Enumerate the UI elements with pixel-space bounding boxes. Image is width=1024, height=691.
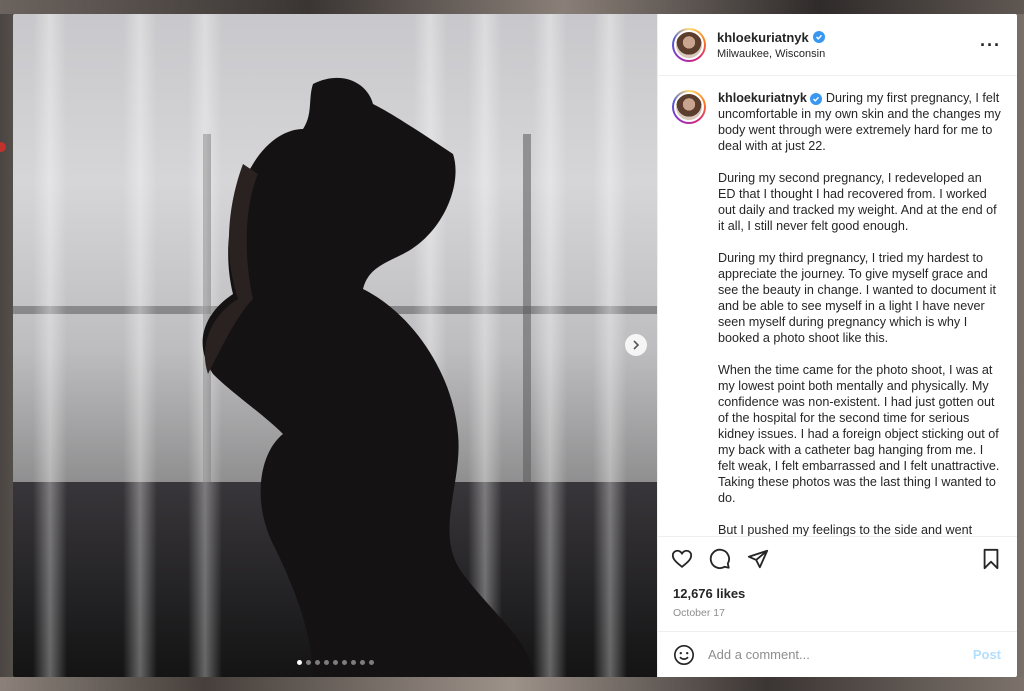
post-header: khloekuriatnyk Milwaukee, Wisconsin ··· <box>658 14 1017 76</box>
carousel-dot <box>314 660 320 665</box>
carousel-dot <box>296 660 302 665</box>
author-username-row: khloekuriatnyk <box>717 30 980 45</box>
caption-paragraph: khloekuriatnyk During my first pregnancy… <box>718 90 1001 154</box>
save-button[interactable] <box>979 547 1003 571</box>
post-media <box>13 14 657 677</box>
carousel-indicator <box>13 660 657 665</box>
caption-paragraph: When the time came for the photo shoot, … <box>718 363 1000 505</box>
emoji-icon <box>674 644 694 665</box>
post-comment-button[interactable]: Post <box>973 647 1001 662</box>
bookmark-icon <box>983 548 999 569</box>
chevron-right-icon <box>633 340 640 350</box>
post-actions <box>658 536 1017 580</box>
post-date[interactable]: October 17 <box>658 601 1017 631</box>
post-location[interactable]: Milwaukee, Wisconsin <box>717 48 980 60</box>
avatar-image <box>674 92 704 122</box>
comment-input[interactable] <box>708 647 973 662</box>
post-caption: khloekuriatnyk During my first pregnancy… <box>718 90 1001 536</box>
feed-backdrop-top <box>0 0 1024 14</box>
like-button[interactable] <box>670 547 694 571</box>
author-info: khloekuriatnyk Milwaukee, Wisconsin <box>717 30 980 60</box>
comment-bar: Post <box>658 631 1017 677</box>
caption-username[interactable]: khloekuriatnyk <box>718 91 807 105</box>
post-side-panel: khloekuriatnyk Milwaukee, Wisconsin ··· … <box>657 14 1017 677</box>
carousel-next-button[interactable] <box>625 334 647 356</box>
feed-backdrop-bottom <box>0 677 1024 691</box>
comment-icon <box>709 548 730 569</box>
carousel-dot <box>350 660 356 665</box>
carousel-dot <box>332 660 338 665</box>
author-avatar[interactable] <box>672 27 706 62</box>
caption-area: khloekuriatnyk During my first pregnancy… <box>658 76 1017 536</box>
emoji-button[interactable] <box>672 643 696 667</box>
author-username[interactable]: khloekuriatnyk <box>717 30 809 45</box>
carousel-dot <box>323 660 329 665</box>
heart-icon <box>671 549 693 568</box>
verified-badge-icon <box>810 93 823 105</box>
verified-badge-icon <box>812 31 825 43</box>
caption-paragraph: During my second pregnancy, I redevelope… <box>718 171 997 233</box>
carousel-dot <box>305 660 311 665</box>
photo-silhouette <box>202 77 533 677</box>
caption-paragraph: But I pushed my feelings to the side and… <box>718 523 973 536</box>
carousel-dot <box>341 660 347 665</box>
carousel-dot <box>359 660 365 665</box>
avatar-image <box>674 29 704 60</box>
more-options-button[interactable]: ··· <box>980 36 1001 54</box>
caption-author-avatar[interactable] <box>672 90 706 124</box>
caption-paragraph: During my third pregnancy, I tried my ha… <box>718 251 996 345</box>
like-count[interactable]: 12,676 likes <box>658 580 1017 601</box>
share-button[interactable] <box>746 547 770 571</box>
paper-plane-icon <box>747 549 769 568</box>
comment-button[interactable] <box>708 547 732 571</box>
post-modal: khloekuriatnyk Milwaukee, Wisconsin ··· … <box>13 14 1017 677</box>
carousel-dot <box>368 660 374 665</box>
